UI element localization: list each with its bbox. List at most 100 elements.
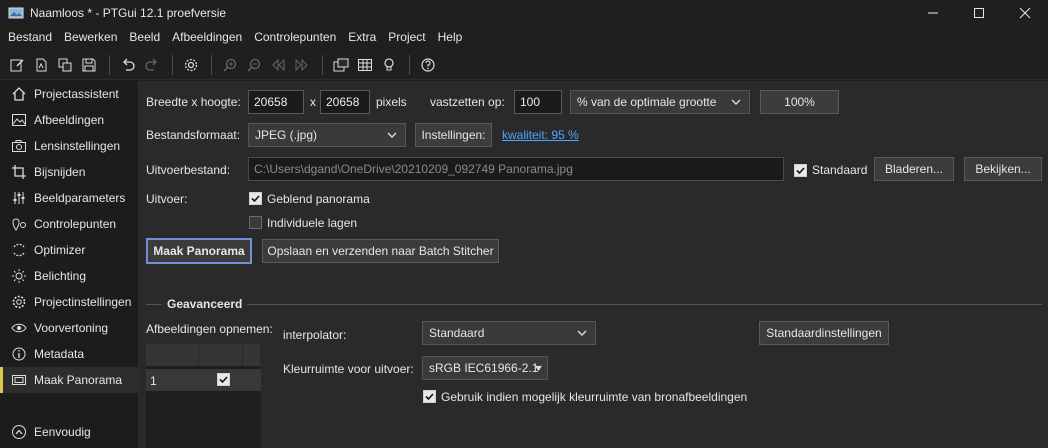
previous-button[interactable] xyxy=(267,54,289,76)
default-checkbox[interactable] xyxy=(794,164,807,177)
menu-bestand[interactable]: Bestand xyxy=(2,26,58,49)
sidebar-item-controlepunten[interactable]: Controlepunten xyxy=(0,211,138,237)
menu-bewerken[interactable]: Bewerken xyxy=(58,26,123,49)
maximize-button[interactable] xyxy=(956,0,1002,26)
width-input[interactable]: 20658 xyxy=(248,90,304,114)
sidebar-item-label: Voorvertoning xyxy=(34,321,109,335)
crop-icon xyxy=(10,163,28,181)
lock-value-input[interactable]: 100 xyxy=(514,90,562,114)
format-label: Bestandsformaat: xyxy=(146,128,241,142)
lock-mode-select[interactable]: % van de optimale grootte xyxy=(570,90,750,114)
edit-icon xyxy=(10,58,24,71)
menu-project[interactable]: Project xyxy=(382,26,431,49)
grid-button[interactable] xyxy=(354,54,376,76)
menu-afbeeldingen[interactable]: Afbeeldingen xyxy=(166,26,248,49)
view-button[interactable]: Bekijken... xyxy=(964,157,1042,181)
zoom-in-button[interactable] xyxy=(219,54,241,76)
blended-label: Geblend panorama xyxy=(267,192,370,206)
help-button[interactable] xyxy=(417,54,439,76)
layers-label: Individuele lagen xyxy=(267,216,358,230)
lightbulb-button[interactable] xyxy=(378,54,400,76)
table-header-image xyxy=(146,344,199,366)
sidebar-item-bijsnijden[interactable]: Bijsnijden xyxy=(0,159,138,185)
sidebar-item-label: Metadata xyxy=(34,347,85,361)
pixels-label: pixels xyxy=(376,95,407,109)
settings-button[interactable] xyxy=(180,54,202,76)
menu-beeld[interactable]: Beeld xyxy=(123,26,166,49)
interpolator-label: interpolator: xyxy=(283,328,347,342)
output-label: Uitvoer: xyxy=(146,192,188,206)
menu-help[interactable]: Help xyxy=(432,26,469,49)
redo-button[interactable] xyxy=(141,54,163,76)
make-panorama-button[interactable]: Maak Panorama xyxy=(146,238,252,264)
chevron-down-icon xyxy=(577,330,587,336)
toolbar-separator xyxy=(409,54,410,75)
sidebar-item-metadata[interactable]: Metadata xyxy=(0,341,138,367)
optimizer-icon xyxy=(10,241,28,259)
batch-stitcher-button[interactable]: Opslaan en verzenden naar Batch Stitcher xyxy=(262,239,499,263)
colorspace-value: sRGB IEC61966-2.1 xyxy=(429,361,539,375)
toolbar-separator xyxy=(109,54,110,75)
use-source-colorspace-checkbox[interactable] xyxy=(423,390,436,403)
undo-button[interactable] xyxy=(117,54,139,76)
menu-extra[interactable]: Extra xyxy=(342,26,382,49)
copy-button[interactable] xyxy=(54,54,76,76)
browse-button[interactable]: Bladeren... xyxy=(874,157,954,181)
sidebar-item-maak-panorama[interactable]: Maak Panorama xyxy=(0,367,138,393)
sidebar-item-projectassistent[interactable]: Projectassistent xyxy=(0,81,138,107)
table-header-include xyxy=(199,344,243,366)
edit-button[interactable] xyxy=(6,54,28,76)
format-settings-button[interactable]: Instellingen: xyxy=(415,123,492,147)
blended-checkbox[interactable] xyxy=(249,192,262,205)
default-settings-button[interactable]: Standaardinstellingen xyxy=(759,321,889,345)
caret-down-icon xyxy=(535,365,542,372)
table-row[interactable]: 1 xyxy=(146,369,261,391)
previous-icon xyxy=(272,58,285,71)
lightbulb-icon xyxy=(384,57,394,70)
sidebar-item-label: Bijsnijden xyxy=(34,165,86,179)
include-image-checkbox[interactable] xyxy=(217,373,230,386)
settings-icon xyxy=(184,58,198,71)
maximize-icon xyxy=(974,8,984,18)
panorama-icon xyxy=(10,371,28,389)
height-input[interactable]: 20658 xyxy=(320,90,370,114)
sidebar-item-optimizer[interactable]: Optimizer xyxy=(0,237,138,263)
undo-icon xyxy=(123,58,135,71)
table-header-extra xyxy=(243,344,261,366)
sidebar-item-belichting[interactable]: Belichting xyxy=(0,263,138,289)
image-icon xyxy=(10,111,28,129)
percent-button[interactable]: 100% xyxy=(760,90,839,114)
sidebar-item-eenvoudig[interactable]: Eenvoudig xyxy=(0,419,138,445)
help-icon xyxy=(421,57,435,72)
layers-checkbox[interactable] xyxy=(249,216,262,229)
interpolator-select[interactable]: Standaard xyxy=(422,321,596,345)
sidebar-item-lensinstellingen[interactable]: Lensinstellingen xyxy=(0,133,138,159)
colorspace-select[interactable]: sRGB IEC61966-2.1 xyxy=(422,356,548,380)
chevron-down-icon xyxy=(731,99,741,105)
include-images-label: Afbeeldingen opnemen: xyxy=(146,322,273,336)
format-select[interactable]: JPEG (.jpg) xyxy=(248,123,406,147)
next-icon xyxy=(295,58,308,71)
next-button[interactable] xyxy=(291,54,313,76)
menu-bar: Bestand Bewerken Beeld Afbeeldingen Cont… xyxy=(0,26,1048,49)
panorama-editor-button[interactable] xyxy=(330,54,352,76)
close-button[interactable] xyxy=(1002,0,1048,26)
sidebar-item-projectinstellingen[interactable]: Projectinstellingen xyxy=(0,289,138,315)
sidebar-item-beeldparameters[interactable]: Beeldparameters xyxy=(0,185,138,211)
minimize-button[interactable] xyxy=(910,0,956,26)
interpolator-value: Standaard xyxy=(429,326,485,340)
sidebar-item-afbeeldingen[interactable]: Afbeeldingen xyxy=(0,107,138,133)
save-button[interactable] xyxy=(78,54,100,76)
new-project-button[interactable] xyxy=(30,54,52,76)
output-file-input[interactable]: C:\Users\dgand\OneDrive\20210209_092749 … xyxy=(248,157,784,181)
zoom-out-button[interactable] xyxy=(243,54,265,76)
colorspace-label: Kleurruimte voor uitvoer: xyxy=(283,362,414,376)
sidebar-item-label: Afbeeldingen xyxy=(34,113,105,127)
menu-controlepunten[interactable]: Controlepunten xyxy=(248,26,342,49)
sidebar-item-voorvertoning[interactable]: Voorvertoning xyxy=(0,315,138,341)
default-label: Standaard xyxy=(812,163,868,177)
eye-icon xyxy=(10,319,28,337)
checkmark-icon xyxy=(796,167,805,175)
minimize-icon xyxy=(928,12,938,14)
quality-link[interactable]: kwaliteit: 95 % xyxy=(502,128,579,142)
